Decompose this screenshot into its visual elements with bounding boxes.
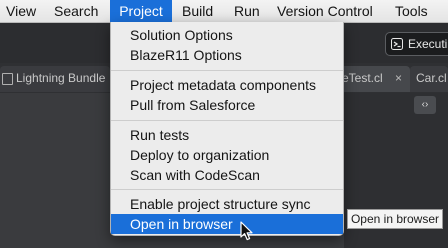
menu-view[interactable]: View (6, 0, 36, 23)
menu-item-solution-options[interactable]: Solution Options (111, 25, 343, 45)
menu-separator (111, 70, 343, 71)
menu-tools[interactable]: Tools (395, 0, 428, 23)
tab-car-class[interactable]: Car.cl (410, 66, 448, 92)
menu-build[interactable]: Build (182, 0, 213, 23)
menu-item-open-in-browser[interactable]: Open in browser (111, 214, 343, 234)
tooltip: Open in browser (347, 209, 443, 229)
file-icon (2, 73, 13, 85)
close-icon[interactable]: × (395, 66, 402, 90)
execute-button[interactable]: Executi (385, 32, 448, 56)
menu-item-run-tests[interactable]: Run tests (111, 125, 343, 145)
code-nav-icon[interactable]: ‹› (414, 96, 436, 114)
menu-item-scan-with-codescan[interactable]: Scan with CodeScan (111, 165, 343, 185)
menu-item-pull-from-salesforce[interactable]: Pull from Salesforce (111, 95, 343, 115)
execute-button-label: Executi (408, 37, 448, 51)
menu-search[interactable]: Search (54, 0, 98, 23)
menu-separator (111, 120, 343, 121)
menu-separator (111, 189, 343, 190)
editor-pane-left[interactable] (0, 93, 110, 248)
menu-project[interactable]: Project (110, 0, 172, 23)
menu-item-project-metadata-components[interactable]: Project metadata components (111, 75, 343, 95)
menu-bar: View Search Project Build Run Version Co… (0, 0, 448, 23)
tab-lightning-bundle[interactable]: Lightning Bundle (0, 66, 110, 92)
execute-icon (391, 38, 403, 50)
menu-item-blazer11-options[interactable]: BlazeR11 Options (111, 45, 343, 65)
menu-item-deploy-to-organization[interactable]: Deploy to organization (111, 145, 343, 165)
mouse-cursor-icon (240, 221, 253, 241)
menu-run[interactable]: Run (234, 0, 260, 23)
menu-version-control[interactable]: Version Control (277, 0, 373, 23)
project-menu-dropdown: Solution Options BlazeR11 Options Projec… (110, 22, 344, 236)
menu-item-enable-project-structure-sync[interactable]: Enable project structure sync (111, 194, 343, 214)
tab-label: Lightning Bundle (16, 71, 106, 85)
tab-label: eTest.cl (342, 71, 383, 85)
tab-label: Car.cl (416, 71, 447, 85)
